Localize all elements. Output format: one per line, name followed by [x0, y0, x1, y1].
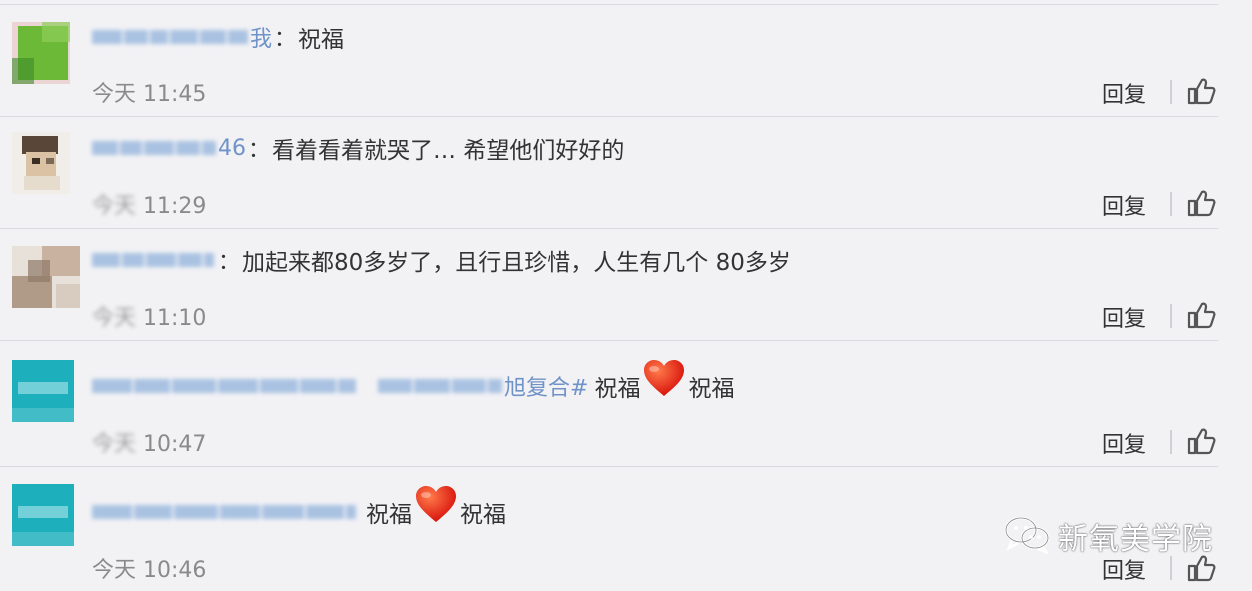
commenter-name[interactable] — [92, 503, 358, 521]
time-clock: 11:10 — [143, 306, 207, 331]
divider — [0, 4, 1218, 5]
thumbs-up-icon[interactable] — [1186, 426, 1216, 456]
time-clock: 10:47 — [143, 432, 207, 457]
action-separator — [1170, 556, 1172, 580]
divider — [0, 466, 1218, 467]
action-separator — [1170, 430, 1172, 454]
comment-text: 祝福 — [366, 502, 412, 528]
comment-time: 今天 11:10 — [92, 300, 206, 332]
thumbs-up-icon[interactable] — [1186, 188, 1216, 218]
action-separator — [1170, 192, 1172, 216]
divider — [0, 340, 1218, 341]
time-clock: 11:29 — [143, 194, 207, 219]
reply-button[interactable]: 回复 — [1102, 77, 1146, 109]
red-heart-icon — [414, 484, 458, 524]
comment-time: 今天 11:29 — [92, 188, 206, 220]
comment-time: 今天 10:47 — [92, 426, 206, 458]
watermark-text: 新氧美学院 — [1058, 522, 1213, 557]
name-colon: ： — [218, 250, 241, 275]
time-clock: 10:46 — [143, 558, 207, 583]
thumbs-up-icon[interactable] — [1186, 76, 1216, 106]
divider — [0, 116, 1218, 117]
commenter-name[interactable] — [92, 28, 250, 46]
watermark: 新氧美学院 — [1002, 514, 1213, 558]
name-colon: ： — [248, 138, 271, 163]
red-heart-icon — [642, 358, 686, 398]
reply-button[interactable]: 回复 — [1102, 189, 1146, 221]
comment-text: 祝福 — [688, 376, 735, 402]
commenter-name-tail[interactable]: 旭复合# — [504, 370, 588, 402]
time-day: 今天 — [92, 82, 137, 107]
wechat-icon — [1002, 514, 1052, 558]
time-day: 今天 — [92, 432, 137, 457]
comment-text: 祝福 — [298, 27, 345, 53]
reply-button[interactable]: 回复 — [1102, 301, 1146, 333]
name-colon: ： — [274, 27, 297, 52]
action-separator — [1170, 80, 1172, 104]
reply-button[interactable]: 回复 — [1102, 427, 1146, 459]
commenter-name[interactable] — [92, 139, 218, 157]
comment-text: 看着看着就哭了… 希望他们好好的 — [272, 138, 625, 164]
comment-text: 祝福 — [594, 376, 641, 402]
commenter-name-tail[interactable]: 46 — [218, 136, 246, 161]
action-separator — [1170, 304, 1172, 328]
commenter-name[interactable] — [92, 251, 216, 269]
thumbs-up-icon[interactable] — [1186, 300, 1216, 330]
comment-text: 祝福 — [460, 502, 506, 528]
avatar[interactable] — [12, 22, 70, 84]
comment-text: 加起来都80多岁了，且行且珍惜，人生有几个 80多岁 — [242, 250, 791, 276]
time-clock: 11:45 — [143, 82, 207, 107]
commenter-name-tail[interactable]: 我 — [250, 21, 272, 53]
comment-time: 今天 10:46 — [92, 552, 206, 584]
avatar[interactable] — [12, 132, 70, 194]
time-day: 今天 — [92, 558, 137, 583]
avatar[interactable] — [12, 246, 80, 308]
avatar[interactable] — [12, 484, 74, 546]
divider — [0, 228, 1218, 229]
avatar[interactable] — [12, 360, 74, 422]
time-day: 今天 — [92, 306, 137, 331]
comment-time: 今天 11:45 — [92, 76, 206, 108]
commenter-name[interactable] — [92, 377, 504, 395]
time-day: 今天 — [92, 194, 137, 219]
